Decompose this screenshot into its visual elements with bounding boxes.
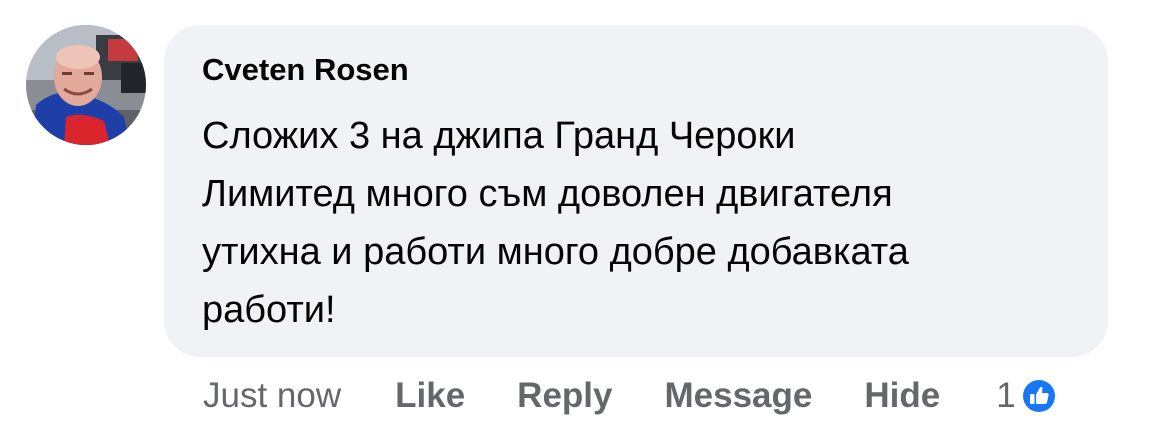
hide-button[interactable]: Hide xyxy=(864,376,940,416)
comment-text-line: Лимитед много съм доволен двигателя xyxy=(202,173,893,215)
like-thumb-icon xyxy=(1020,378,1057,414)
avatar-photo xyxy=(26,25,146,145)
comment-actions: Just now Like Reply Message Hide 1 xyxy=(203,372,1058,420)
reaction-count: 1 xyxy=(996,376,1016,415)
comment-text: Сложих 3 на джипа Гранд Чероки Лимитед м… xyxy=(202,107,1070,339)
comment: Cveten Rosen Сложих 3 на джипа Гранд Чер… xyxy=(0,0,1166,434)
reaction-summary[interactable]: 1 xyxy=(996,376,1057,416)
like-button[interactable]: Like xyxy=(395,376,465,416)
avatar[interactable] xyxy=(26,25,146,145)
comment-text-line: Сложих 3 на джипа Гранд Чероки xyxy=(202,115,796,157)
author-name[interactable]: Cveten Rosen xyxy=(202,51,1070,89)
message-button[interactable]: Message xyxy=(664,376,812,416)
comment-text-line: работи! xyxy=(202,289,336,331)
comment-bubble: Cveten Rosen Сложих 3 на джипа Гранд Чер… xyxy=(164,25,1108,357)
reply-button[interactable]: Reply xyxy=(517,376,612,416)
comment-text-line: утихна и работи много добре добавката xyxy=(202,231,909,273)
timestamp[interactable]: Just now xyxy=(203,376,341,416)
